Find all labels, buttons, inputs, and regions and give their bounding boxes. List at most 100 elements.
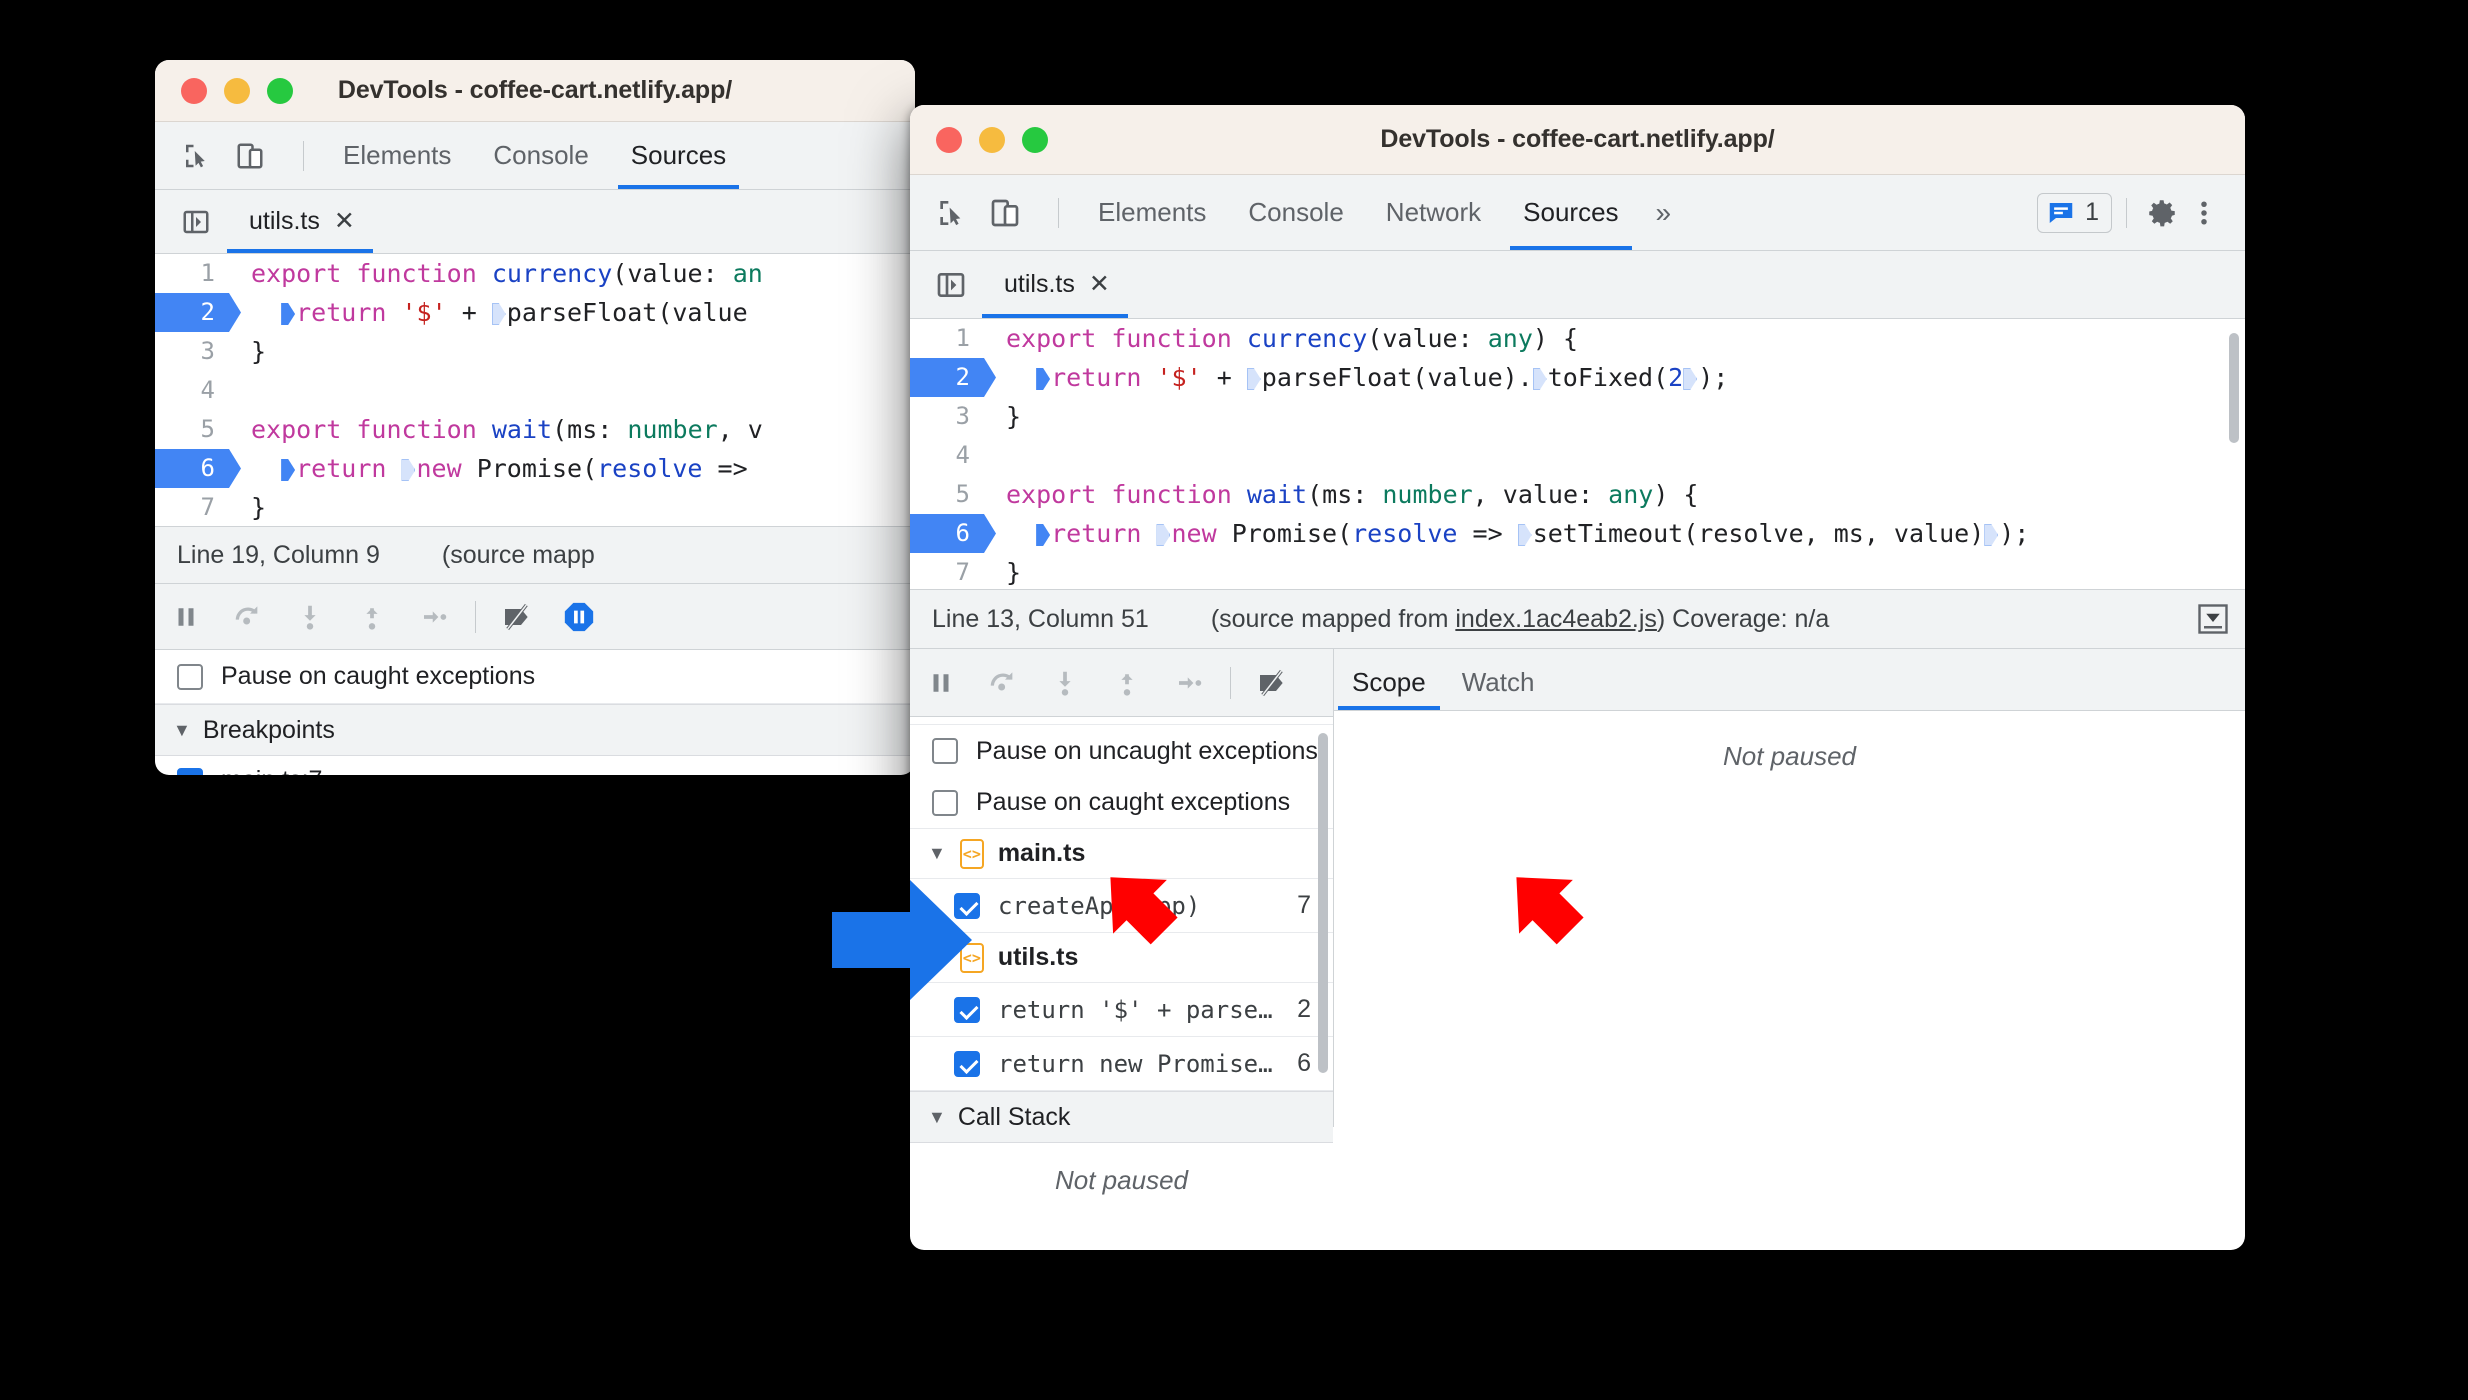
front-traffic-lights[interactable] [936, 126, 1048, 153]
source-map-link[interactable]: index.1ac4eab2.js [1455, 605, 1657, 633]
gear-icon[interactable] [2141, 192, 2183, 234]
inline-breakpoint-icon[interactable] [1984, 524, 1999, 546]
code-line[interactable]: 2 return '$' + parseFloat(value). toFixed… [910, 358, 2245, 397]
line-number[interactable]: 7 [910, 553, 984, 589]
code-line[interactable]: 5 export function wait(ms: number, v [155, 410, 915, 449]
code-line[interactable]: 3} [155, 332, 915, 371]
line-number[interactable]: 5 [155, 410, 229, 449]
inline-breakpoint-icon[interactable] [1156, 524, 1171, 546]
back-breakpoint-list[interactable]: main.ts:7createApp(App)utils.ts:2return … [155, 756, 915, 775]
line-number[interactable]: 5 [910, 475, 984, 514]
resume-script-button[interactable] [910, 652, 972, 714]
tab-sources[interactable]: Sources [1502, 175, 1639, 250]
inline-breakpoint-icon[interactable] [1036, 524, 1051, 546]
close-icon[interactable]: ✕ [1089, 272, 1110, 297]
breakpoints-pane-scrollbar[interactable] [1318, 733, 1328, 1073]
step-over-button[interactable] [972, 652, 1034, 714]
code-line[interactable]: 1 export function currency(value: an [155, 254, 915, 293]
code-line[interactable]: 7} [910, 553, 2245, 589]
line-number[interactable]: 1 [155, 254, 229, 293]
code-line[interactable]: 5 export function wait(ms: number, value:… [910, 475, 2245, 514]
breakpoint-checkbox[interactable] [954, 892, 980, 919]
more-panels-icon[interactable]: » [1640, 197, 1688, 229]
line-number-breakpoint[interactable]: 6 [155, 449, 241, 488]
call-stack-section-header[interactable]: ▼ Call Stack [910, 1091, 1333, 1143]
editor-more-options-icon[interactable] [2195, 601, 2245, 637]
breakpoint-row[interactable]: main.ts:7createApp(App) [155, 756, 915, 775]
inline-breakpoint-icon[interactable] [1517, 524, 1532, 546]
line-number[interactable]: 4 [910, 436, 984, 475]
line-number[interactable]: 3 [155, 332, 229, 371]
pause-on-caught-exceptions-row[interactable]: Pause on caught exceptions [155, 650, 915, 704]
breakpoint-group-header[interactable]: ▼ <> utils.ts [910, 933, 1333, 983]
line-number-breakpoint[interactable]: 6 [910, 514, 996, 553]
maximize-button[interactable] [1022, 126, 1048, 153]
tab-console[interactable]: Console [1227, 175, 1364, 250]
editor-scrollbar[interactable] [2229, 333, 2239, 443]
tab-sources[interactable]: Sources [610, 122, 747, 189]
deactivate-breakpoints-button[interactable] [1241, 652, 1303, 714]
inline-breakpoint-icon[interactable] [281, 459, 296, 481]
line-number-breakpoint[interactable]: 2 [910, 358, 996, 397]
code-line[interactable]: 2 return '$' + parseFloat(value [155, 293, 915, 332]
maximize-button[interactable] [267, 77, 293, 104]
close-icon[interactable]: ✕ [334, 209, 355, 234]
breakpoint-checkbox[interactable] [954, 996, 980, 1023]
minimize-button[interactable] [979, 126, 1005, 153]
breakpoint-location-row[interactable]: main.ts:7 [155, 766, 915, 775]
line-number[interactable]: 1 [910, 319, 984, 358]
code-line[interactable]: 7} [155, 488, 915, 526]
step-into-button[interactable] [1034, 652, 1096, 714]
toggle-device-toolbar-icon[interactable] [986, 194, 1024, 232]
step-out-button[interactable] [1096, 652, 1158, 714]
inline-breakpoint-icon[interactable] [281, 303, 296, 325]
toggle-device-toolbar-icon[interactable] [231, 137, 269, 175]
tab-elements[interactable]: Elements [1077, 175, 1227, 250]
tab-watch[interactable]: Watch [1444, 667, 1553, 710]
code-line[interactable]: 4 [155, 371, 915, 410]
back-titlebar[interactable]: DevTools - coffee-cart.netlify.app/ [155, 60, 915, 122]
tab-console[interactable]: Console [472, 122, 609, 189]
breakpoint-group-header[interactable]: ▼ <> main.ts [910, 829, 1333, 879]
breakpoint-row[interactable]: return new Promise(resolve… 6 [910, 1037, 1333, 1091]
back-traffic-lights[interactable] [181, 77, 293, 104]
inline-breakpoint-icon[interactable] [1532, 368, 1547, 390]
deactivate-breakpoints-button[interactable] [486, 586, 548, 648]
file-tab-utils-ts[interactable]: utils.ts ✕ [227, 190, 373, 253]
inline-breakpoint-icon[interactable] [491, 303, 506, 325]
step-into-button[interactable] [279, 586, 341, 648]
tab-scope[interactable]: Scope [1334, 667, 1444, 710]
close-button[interactable] [181, 77, 207, 104]
file-tab-utils-ts[interactable]: utils.ts ✕ [982, 251, 1128, 318]
code-line[interactable]: 3} [910, 397, 2245, 436]
inline-breakpoint-icon[interactable] [1246, 368, 1261, 390]
breakpoint-row[interactable]: createApp(App) 7 [910, 879, 1333, 933]
pause-on-caught-checkbox[interactable] [932, 789, 958, 816]
line-number[interactable]: 7 [155, 488, 229, 526]
front-titlebar[interactable]: DevTools - coffee-cart.netlify.app/ [910, 105, 2245, 175]
pause-on-exceptions-button[interactable] [548, 586, 610, 648]
front-code-editor[interactable]: 1 export function currency(value: any) {2… [910, 319, 2245, 589]
devtools-window-back[interactable]: DevTools - coffee-cart.netlify.app/ Elem… [155, 60, 915, 775]
code-line[interactable]: 6 return new Promise(resolve => setTimeo… [910, 514, 2245, 553]
line-number[interactable]: 3 [910, 397, 984, 436]
inspect-element-icon[interactable] [177, 137, 215, 175]
back-panel-tabs[interactable]: Elements Console Sources [322, 122, 747, 189]
step-over-button[interactable] [217, 586, 279, 648]
code-line[interactable]: 6 return new Promise(resolve => [155, 449, 915, 488]
pause-on-caught-exceptions-row[interactable]: Pause on caught exceptions [910, 777, 1333, 829]
breakpoint-checkbox[interactable] [177, 767, 203, 775]
code-line[interactable]: 1 export function currency(value: any) { [910, 319, 2245, 358]
breakpoints-section-header[interactable]: ▼ Breakpoints [155, 704, 915, 756]
tab-network[interactable]: Network [1365, 175, 1502, 250]
inline-breakpoint-icon[interactable] [1036, 368, 1051, 390]
close-button[interactable] [936, 126, 962, 153]
back-code-editor[interactable]: 1 export function currency(value: an 2 ret… [155, 254, 915, 526]
resume-script-button[interactable] [155, 586, 217, 648]
pause-on-uncaught-exceptions-row[interactable]: Pause on uncaught exceptions [910, 725, 1333, 777]
breakpoint-row[interactable]: return '$' + parseFloat(va… 2 [910, 983, 1333, 1037]
devtools-window-front[interactable]: DevTools - coffee-cart.netlify.app/ Elem… [910, 105, 2245, 1250]
front-panel-tabs[interactable]: Elements Console Network Sources [1077, 175, 1640, 250]
scope-watch-tabs[interactable]: Scope Watch [1334, 649, 2245, 711]
message-count-badge[interactable]: 1 [2037, 192, 2112, 233]
